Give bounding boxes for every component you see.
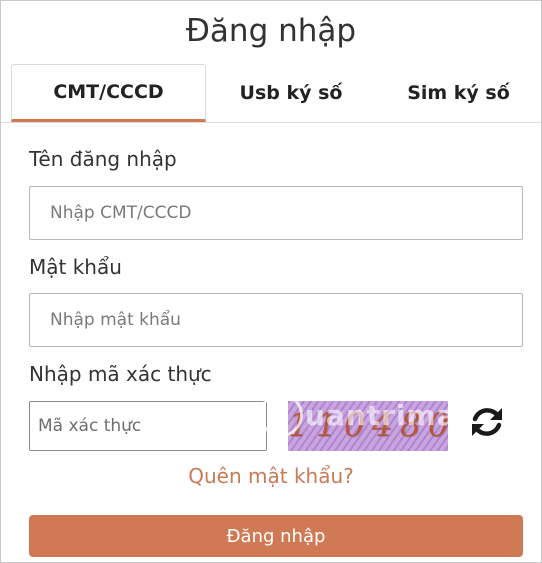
tab-sim-ky-so[interactable]: Sim ký số	[381, 64, 536, 121]
login-button[interactable]: Đăng nhập	[29, 515, 523, 557]
refresh-icon[interactable]	[467, 402, 507, 442]
password-label: Mật khẩu	[29, 255, 122, 279]
captcha-image: 110480	[288, 401, 448, 451]
forgot-password-link[interactable]: Quên mật khẩu?	[1, 464, 541, 488]
captcha-image-text: 110480	[288, 405, 448, 444]
login-panel: Đăng nhập CMT/CCCD Usb ký số Sim ký số T…	[0, 0, 542, 563]
page-title: Đăng nhập	[185, 13, 357, 49]
captcha-label: Nhập mã xác thực	[29, 362, 212, 386]
username-input[interactable]	[29, 186, 523, 240]
tab-cmt-cccd[interactable]: CMT/CCCD	[11, 64, 206, 122]
password-input[interactable]	[29, 293, 523, 347]
login-method-tabs: CMT/CCCD Usb ký số Sim ký số	[1, 64, 541, 123]
captcha-input[interactable]	[29, 401, 267, 451]
tab-usb-ky-so[interactable]: Usb ký số	[211, 64, 371, 121]
username-label: Tên đăng nhập	[29, 147, 177, 171]
